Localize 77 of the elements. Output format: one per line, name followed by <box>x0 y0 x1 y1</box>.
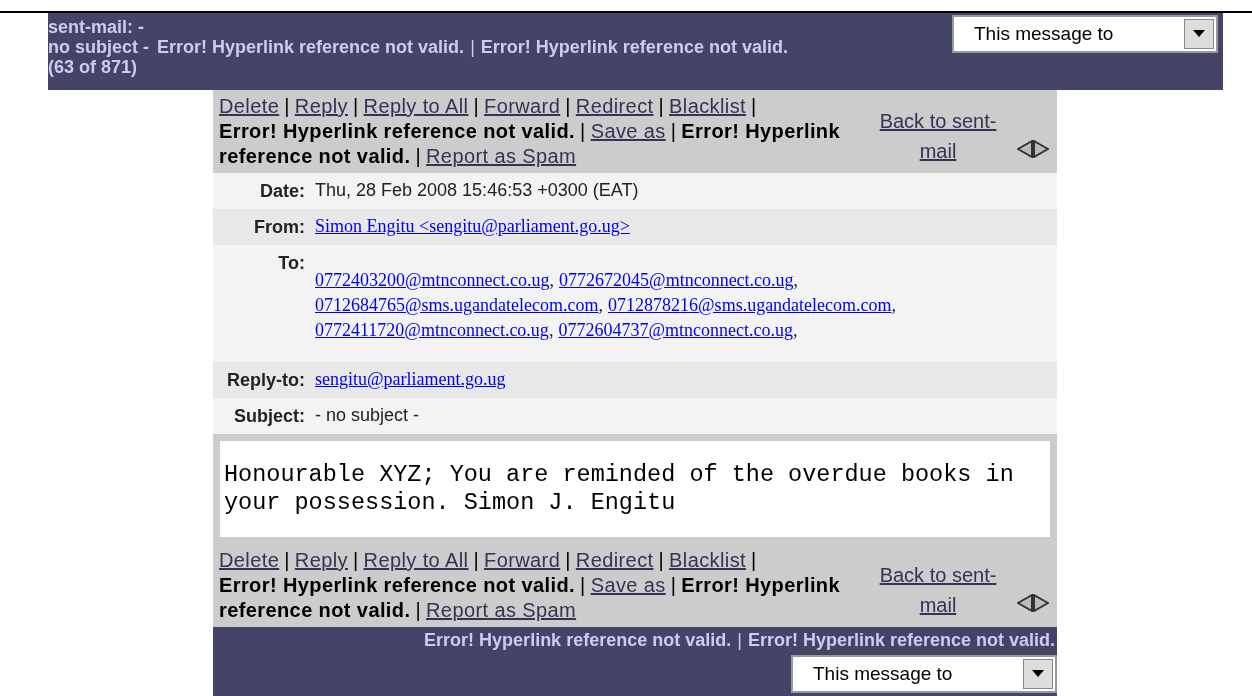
toolbar-link[interactable]: Redirect <box>575 94 654 119</box>
separator: | <box>473 548 480 573</box>
header-label: From: <box>253 216 306 239</box>
toolbar-link[interactable]: Reply to All <box>363 548 469 573</box>
separator: | <box>284 94 290 119</box>
email-link[interactable]: 0772672045@mtnconnect.co.ug <box>559 270 794 290</box>
separator: | <box>658 94 665 119</box>
prev-next-arrows-icon[interactable] <box>1017 140 1049 158</box>
separator: | <box>473 94 480 119</box>
separator: | <box>284 548 290 573</box>
separator: | <box>670 119 677 144</box>
message-position: (63 of 871) <box>48 57 138 77</box>
email-link[interactable]: sengitu@parliament.go.ug <box>315 369 506 389</box>
separator: | <box>415 144 421 169</box>
comma: , <box>598 295 604 315</box>
header-value: Thu, 28 Feb 2008 15:46:53 +0300 (EAT) <box>315 180 639 200</box>
error-text: Error! Hyperlink reference not valid. <box>747 629 1055 651</box>
comma: , <box>891 295 897 315</box>
toolbar-link[interactable]: Blacklist <box>669 94 747 119</box>
toolbar-link[interactable]: Save as <box>590 573 666 598</box>
comma: , <box>792 320 798 340</box>
email-link[interactable]: 0772403200@mtnconnect.co.ug <box>315 270 550 290</box>
toolbar-link[interactable]: Reply <box>294 94 348 119</box>
header-value: - no subject - <box>315 405 420 425</box>
toolbar-link[interactable]: Delete <box>219 548 280 573</box>
toolbar-link[interactable]: Forward <box>484 548 561 573</box>
toolbar-link[interactable]: Reply <box>294 548 348 573</box>
separator: | <box>658 548 665 573</box>
email-link[interactable]: Simon Engitu <sengitu@parliament.go.ug> <box>315 216 630 236</box>
header-label: Reply-to: <box>226 369 306 392</box>
error-text: reference not valid. <box>219 144 411 169</box>
separator: | <box>565 94 571 119</box>
email-link[interactable]: 0772604737@mtnconnect.co.ug <box>558 320 793 340</box>
separator: | <box>670 573 677 598</box>
error-text: Error! Hyperlink <box>681 573 840 598</box>
comma: , <box>548 320 554 340</box>
comma: , <box>793 270 799 290</box>
toolbar-link[interactable]: Forward <box>484 94 561 119</box>
toolbar-link[interactable]: Reply to All <box>363 94 469 119</box>
separator: | <box>470 37 475 57</box>
separator: | <box>580 573 586 598</box>
toolbar-link[interactable]: Save as <box>590 119 666 144</box>
separator: | <box>751 94 757 119</box>
separator: | <box>580 119 586 144</box>
separator: | <box>737 629 742 651</box>
header-label: To: <box>277 252 306 275</box>
separator: | <box>565 548 571 573</box>
header-label: Date: <box>259 180 306 203</box>
error-text: Error! Hyperlink reference not valid. <box>219 119 576 144</box>
error-text: Error! Hyperlink reference not valid. <box>157 37 465 57</box>
separator: | <box>415 598 421 623</box>
subject-title: no subject - <box>48 37 149 57</box>
back-link[interactable]: Back to sent-mail <box>863 106 1013 166</box>
prev-next-arrows-icon[interactable] <box>1017 594 1049 612</box>
message-body: Honourable XYZ; You are reminded of the overdue books in your possession. Simon J. Engitu <box>220 441 1050 537</box>
separator: | <box>352 94 359 119</box>
error-text: Error! Hyperlink reference not valid. <box>219 573 576 598</box>
action-select[interactable]: This message to <box>952 15 1218 53</box>
toolbar-link[interactable]: Delete <box>219 94 280 119</box>
error-text: Error! Hyperlink reference not valid. <box>480 37 788 57</box>
action-select[interactable]: This message to <box>791 655 1057 693</box>
toolbar-link[interactable]: Blacklist <box>669 548 747 573</box>
error-text: Error! Hyperlink reference not valid. <box>424 629 732 651</box>
folder-title: sent-mail: - <box>48 17 144 37</box>
separator: | <box>352 548 359 573</box>
back-link[interactable]: Back to sent-mail <box>863 560 1013 620</box>
email-link[interactable]: 0772411720@mtnconnect.co.ug <box>315 320 549 340</box>
comma: , <box>549 270 555 290</box>
separator: | <box>751 548 757 573</box>
email-link[interactable]: 0712878216@sms.ugandatelecom.com <box>608 295 892 315</box>
header-label: Subject: <box>233 405 306 428</box>
error-text: Error! Hyperlink <box>681 119 840 144</box>
error-text: reference not valid. <box>219 598 411 623</box>
email-link[interactable]: 0712684765@sms.ugandatelecom.com <box>315 295 599 315</box>
toolbar-link[interactable]: Report as Spam <box>426 598 577 623</box>
toolbar-link[interactable]: Redirect <box>575 548 654 573</box>
toolbar-link[interactable]: Report as Spam <box>426 144 577 169</box>
